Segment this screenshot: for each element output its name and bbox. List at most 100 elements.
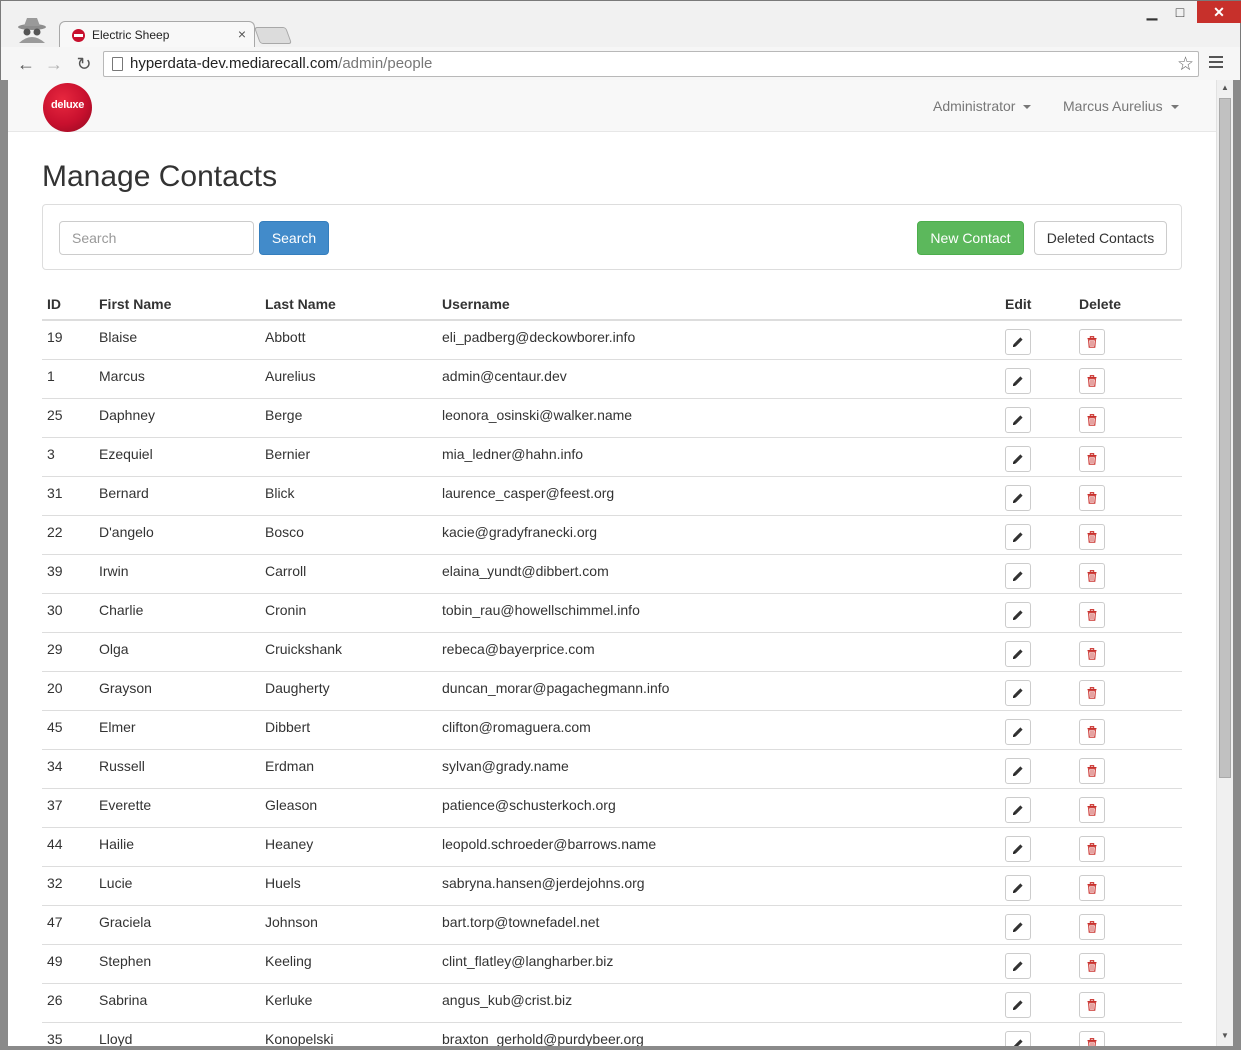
trash-icon [1087,374,1097,387]
cell-first-name: Ezequiel [94,436,260,476]
browser-menu-icon[interactable] [1209,56,1223,72]
delete-button[interactable] [1079,913,1105,940]
delete-button[interactable] [1079,874,1105,901]
cell-id: 31 [42,475,94,515]
search-button[interactable]: Search [259,221,329,255]
pencil-icon [1013,882,1023,893]
browser-tab[interactable]: Electric Sheep × [59,21,255,48]
address-url[interactable]: hyperdata-dev.mediarecall.com/admin/peop… [130,55,432,72]
delete-button[interactable] [1079,991,1105,1018]
window-maximize-button[interactable]: □ [1166,1,1194,23]
edit-button[interactable] [1005,562,1031,589]
pencil-icon [1013,726,1023,737]
edit-button[interactable] [1005,835,1031,862]
edit-button[interactable] [1005,367,1031,394]
cell-username: tobin_rau@howellschimmel.info [437,592,1000,632]
delete-button[interactable] [1079,679,1105,706]
pencil-icon [1013,999,1023,1010]
back-arrow-icon[interactable]: ← [15,53,37,75]
delete-button[interactable] [1079,484,1105,511]
cell-id: 26 [42,982,94,1022]
window-close-button[interactable]: ✕ [1197,1,1241,23]
cell-edit [1000,709,1074,749]
page-title: Manage Contacts [42,160,278,193]
new-contact-button[interactable]: New Contact [917,221,1024,255]
cell-last-name: Huels [260,865,437,905]
forward-arrow-icon[interactable]: → [43,53,65,75]
trash-icon [1087,1037,1097,1046]
new-tab-button[interactable] [253,27,293,44]
table-row: 22 D'angelo Bosco kacie@gradyfranecki.org [42,514,1182,554]
tab-close-icon[interactable]: × [238,26,246,42]
edit-button[interactable] [1005,1030,1031,1046]
edit-button[interactable] [1005,952,1031,979]
delete-button[interactable] [1079,445,1105,472]
trash-icon [1087,803,1097,816]
delete-button[interactable] [1079,523,1105,550]
cell-last-name: Johnson [260,904,437,944]
scrollbar-thumb[interactable] [1219,98,1231,778]
edit-button[interactable] [1005,796,1031,823]
cell-delete [1074,1021,1182,1046]
delete-button[interactable] [1079,601,1105,628]
edit-button[interactable] [1005,913,1031,940]
edit-button[interactable] [1005,640,1031,667]
scroll-up-arrow-icon[interactable]: ▲ [1217,80,1233,96]
cell-last-name: Berge [260,397,437,437]
edit-button[interactable] [1005,991,1031,1018]
deleted-contacts-button[interactable]: Deleted Contacts [1034,221,1167,255]
address-bar[interactable]: hyperdata-dev.mediarecall.com/admin/peop… [103,51,1199,77]
vertical-scrollbar[interactable]: ▲ ▼ [1216,80,1233,1046]
cell-last-name: Erdman [260,748,437,788]
edit-button[interactable] [1005,523,1031,550]
delete-button[interactable] [1079,367,1105,394]
user-menu-label: Marcus Aurelius [1063,98,1163,114]
window-frame-bottom [0,1046,1241,1050]
edit-button[interactable] [1005,757,1031,784]
delete-button[interactable] [1079,718,1105,745]
pencil-icon [1013,337,1023,347]
cell-delete [1074,358,1182,398]
edit-button[interactable] [1005,679,1031,706]
cell-id: 47 [42,904,94,944]
edit-button[interactable] [1005,874,1031,901]
reload-icon[interactable]: ↻ [73,53,95,75]
incognito-icon [18,18,46,43]
user-menu[interactable]: Marcus Aurelius [1063,98,1179,114]
delete-button[interactable] [1079,329,1105,355]
pencil-icon [1013,921,1023,932]
delete-button[interactable] [1079,562,1105,589]
delete-button[interactable] [1079,640,1105,667]
bookmark-star-icon[interactable]: ☆ [1177,53,1194,76]
search-input[interactable] [59,221,254,255]
cell-id: 39 [42,553,94,593]
deluxe-logo[interactable]: deluxe [43,83,92,132]
cell-last-name: Keeling [260,943,437,983]
edit-button[interactable] [1005,329,1031,355]
cell-edit [1000,826,1074,866]
scroll-down-arrow-icon[interactable]: ▼ [1217,1028,1233,1044]
edit-button[interactable] [1005,601,1031,628]
edit-button[interactable] [1005,406,1031,433]
cell-last-name: Daugherty [260,670,437,710]
edit-button[interactable] [1005,445,1031,472]
cell-delete [1074,592,1182,632]
cell-first-name: Irwin [94,553,260,593]
cell-edit [1000,514,1074,554]
edit-button[interactable] [1005,484,1031,511]
delete-button[interactable] [1079,835,1105,862]
delete-button[interactable] [1079,406,1105,433]
cell-first-name: Blaise [99,329,138,345]
cell-edit [1000,592,1074,632]
delete-button[interactable] [1079,1030,1105,1046]
window-frame-right [1233,80,1241,1050]
administrator-menu[interactable]: Administrator [933,98,1032,114]
delete-button[interactable] [1079,796,1105,823]
trash-icon [1087,725,1097,738]
delete-button[interactable] [1079,952,1105,979]
pencil-icon [1013,453,1023,464]
delete-button[interactable] [1079,757,1105,784]
edit-button[interactable] [1005,718,1031,745]
cell-username: duncan_morar@pagachegmann.info [437,670,1000,710]
window-minimize-button[interactable]: ▁ [1138,1,1166,23]
